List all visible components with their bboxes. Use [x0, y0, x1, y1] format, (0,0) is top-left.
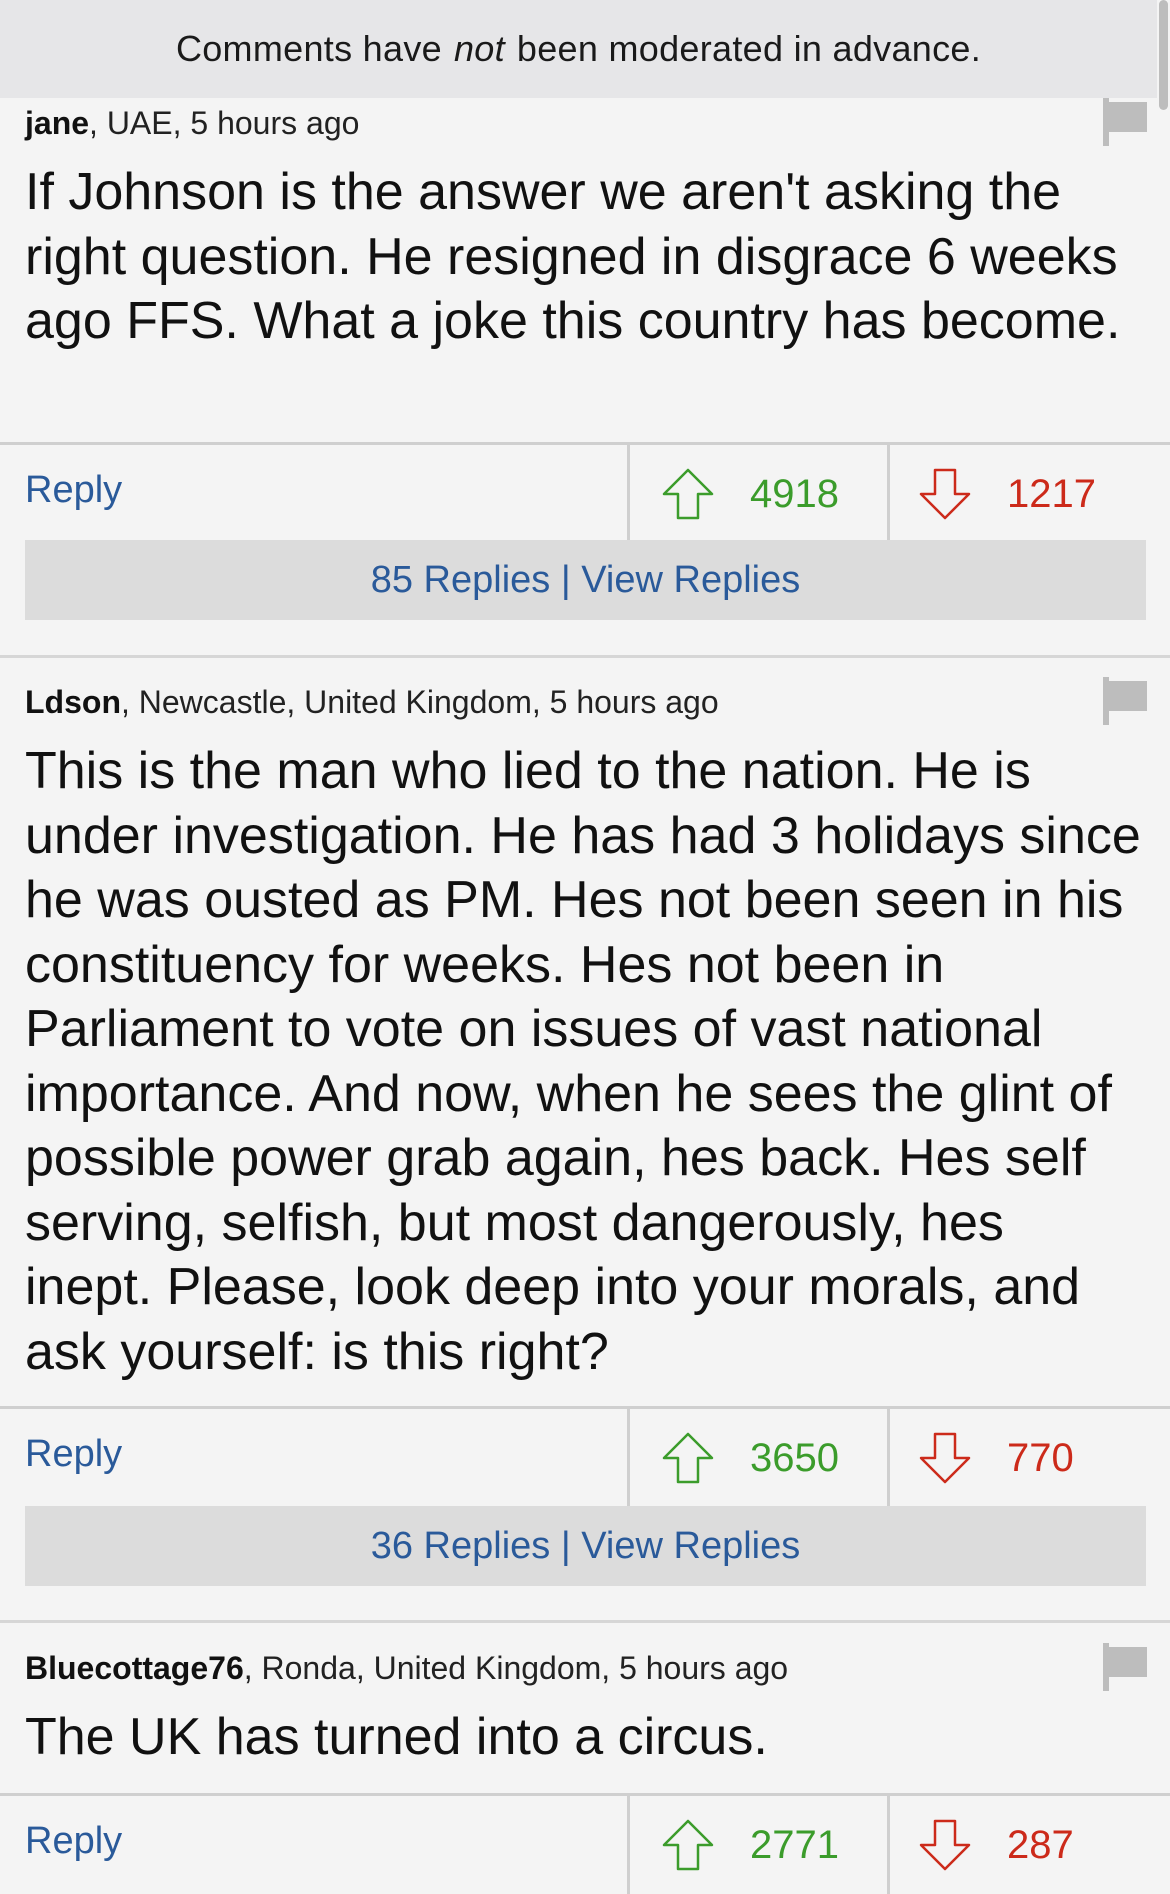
- comment-separator: [0, 655, 1170, 658]
- comment-username[interactable]: Ldson: [25, 684, 121, 720]
- comment-location-time: , Ronda, United Kingdom, 5 hours ago: [243, 1650, 789, 1686]
- comment-location-time: , UAE, 5 hours ago: [89, 105, 360, 141]
- upvote-button[interactable]: 4918: [660, 445, 839, 543]
- upvote-button[interactable]: 3650: [660, 1409, 839, 1507]
- comment-actions: Reply 4918 1217: [0, 442, 1170, 543]
- arrow-up-icon: [662, 1432, 714, 1484]
- comment-actions: Reply 3650 770: [0, 1406, 1170, 1507]
- comment-username[interactable]: Bluecottage76: [25, 1650, 244, 1686]
- flag-icon[interactable]: [1103, 677, 1147, 725]
- comment-text: This is the man who lied to the nation. …: [25, 742, 1141, 1381]
- comment-meta: Bluecottage76, Ronda, United Kingdom, 5 …: [25, 1650, 788, 1687]
- arrow-up-icon: [662, 468, 714, 520]
- scrollbar[interactable]: [1159, 0, 1168, 110]
- upvote-count: 4918: [750, 471, 839, 516]
- comment-text: If Johnson is the answer we aren't askin…: [25, 163, 1121, 350]
- flag-icon[interactable]: [1103, 98, 1147, 146]
- divider: [887, 445, 890, 543]
- divider: [887, 1796, 890, 1894]
- upvote-count: 3650: [750, 1435, 839, 1480]
- banner-text-post: been moderated in advance.: [516, 28, 982, 69]
- divider: [627, 445, 630, 543]
- comment-separator: [0, 1620, 1170, 1623]
- comment-location-time: , Newcastle, United Kingdom, 5 hours ago: [120, 684, 719, 720]
- view-replies-button[interactable]: 36 Replies | View Replies: [25, 1506, 1146, 1586]
- arrow-down-icon: [919, 1819, 971, 1871]
- arrow-down-icon: [919, 1432, 971, 1484]
- downvote-count: 287: [1007, 1822, 1074, 1867]
- banner-text-pre: Comments have: [175, 28, 442, 69]
- comment-text: The UK has turned into a circus.: [25, 1708, 768, 1766]
- comment-meta: Ldson, Newcastle, United Kingdom, 5 hour…: [25, 684, 719, 721]
- upvote-count: 2771: [750, 1822, 839, 1867]
- downvote-count: 770: [1007, 1435, 1074, 1480]
- downvote-count: 1217: [1007, 471, 1096, 516]
- banner-text-emphasis: not: [453, 28, 505, 69]
- reply-link[interactable]: Reply: [25, 1820, 122, 1863]
- reply-link[interactable]: Reply: [25, 1433, 122, 1476]
- comment-meta: jane, UAE, 5 hours ago: [25, 105, 359, 142]
- comment-username[interactable]: jane: [25, 105, 89, 141]
- flag-icon[interactable]: [1103, 1643, 1147, 1691]
- arrow-up-icon: [662, 1819, 714, 1871]
- downvote-button[interactable]: 1217: [917, 445, 1096, 543]
- divider: [627, 1796, 630, 1894]
- upvote-button[interactable]: 2771: [660, 1796, 839, 1894]
- downvote-button[interactable]: 287: [917, 1796, 1074, 1894]
- view-replies-button[interactable]: 85 Replies | View Replies: [25, 540, 1146, 620]
- moderation-banner: Comments have not been moderated in adva…: [0, 0, 1157, 98]
- arrow-down-icon: [919, 468, 971, 520]
- downvote-button[interactable]: 770: [917, 1409, 1074, 1507]
- divider: [887, 1409, 890, 1507]
- comment-actions: Reply 2771 287: [0, 1793, 1170, 1894]
- reply-link[interactable]: Reply: [25, 469, 122, 512]
- divider: [627, 1409, 630, 1507]
